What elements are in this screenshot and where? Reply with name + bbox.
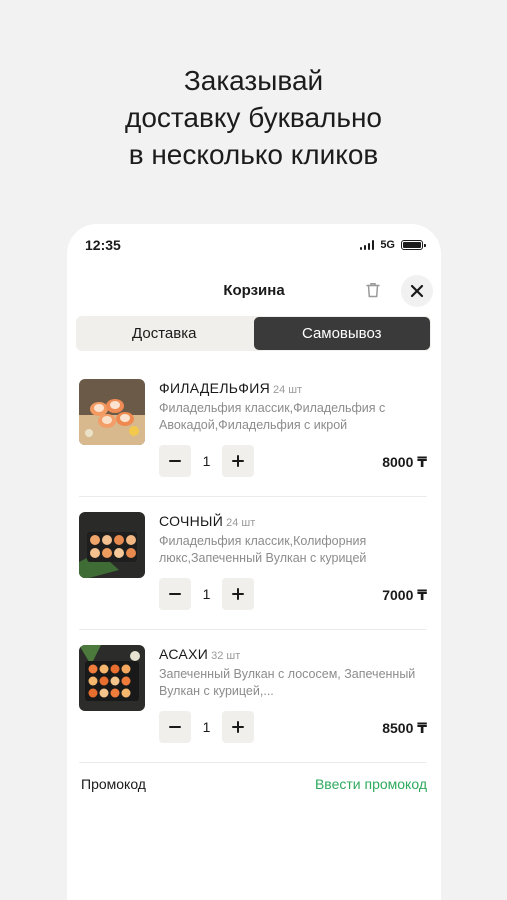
quantity-value: 1	[202, 719, 211, 735]
close-button[interactable]	[401, 275, 433, 307]
product-pieces: 24 шт	[226, 517, 256, 529]
product-description: Филадельфия классик,Колифорния люкс,Запе…	[159, 534, 367, 565]
signal-icon	[359, 240, 375, 250]
plus-icon	[232, 455, 244, 467]
delivery-mode-switch: Доставка Самовывоз	[76, 316, 431, 351]
decrease-button[interactable]	[159, 711, 191, 743]
headline-line-2: доставку буквально	[125, 102, 382, 133]
status-time: 12:35	[85, 237, 121, 253]
product-price: 8500 ₸	[382, 720, 427, 736]
product-description: Филадельфия классик,Филадельфия с Авокад…	[159, 401, 386, 432]
product-image[interactable]	[79, 512, 145, 578]
product-price: 8000 ₸	[382, 454, 427, 470]
product-pieces: 24 шт	[273, 384, 303, 396]
cart-item: СОЧНЫЙ 24 шт Филадельфия классик,Колифорн…	[79, 497, 427, 630]
product-image[interactable]	[79, 645, 145, 711]
network-label: 5G	[380, 239, 395, 251]
close-icon	[410, 284, 424, 298]
product-pieces: 32 шт	[211, 650, 241, 662]
status-bar: 12:35 5G	[85, 234, 426, 256]
quantity-stepper: 1	[159, 445, 254, 477]
trash-icon[interactable]	[363, 280, 383, 300]
tab-delivery[interactable]: Доставка	[76, 316, 253, 351]
quantity-stepper: 1	[159, 711, 254, 743]
plus-icon	[232, 588, 244, 600]
product-image[interactable]	[79, 379, 145, 445]
product-name: АСАХИ 32 шт	[159, 646, 241, 662]
cart-items: ФИЛАДЕЛЬФИЯ 24 шт Филадельфия классик,Фил…	[67, 364, 441, 763]
minus-icon	[169, 460, 181, 462]
increase-button[interactable]	[222, 711, 254, 743]
battery-icon	[401, 240, 426, 250]
phone-frame: 12:35 5G Корзина Доставка Самовывоз ФИЛА…	[67, 224, 441, 900]
enter-promo-code-link[interactable]: Ввести промокод	[315, 776, 427, 792]
tab-pickup[interactable]: Самовывоз	[253, 317, 430, 350]
page-title: Корзина	[223, 282, 285, 299]
decrease-button[interactable]	[159, 445, 191, 477]
product-name: СОЧНЫЙ 24 шт	[159, 513, 256, 529]
cart-header: Корзина	[67, 272, 441, 308]
quantity-value: 1	[202, 586, 211, 602]
headline-line-3: в несколько кликов	[128, 139, 379, 170]
decrease-button[interactable]	[159, 578, 191, 610]
quantity-stepper: 1	[159, 578, 254, 610]
promo-code-row: Промокод Ввести промокод	[81, 776, 427, 792]
promo-headline: Заказывай доставку буквально в несколько…	[0, 62, 507, 173]
minus-icon	[169, 593, 181, 595]
status-indicators: 5G	[359, 239, 426, 251]
promo-code-label: Промокод	[81, 776, 146, 792]
product-price: 7000 ₸	[382, 587, 427, 603]
plus-icon	[232, 721, 244, 733]
cart-item: ФИЛАДЕЛЬФИЯ 24 шт Филадельфия классик,Фил…	[79, 364, 427, 497]
product-name: ФИЛАДЕЛЬФИЯ 24 шт	[159, 380, 303, 396]
product-description: Запеченный Вулкан с лососем, Запеченный …	[159, 667, 416, 698]
increase-button[interactable]	[222, 445, 254, 477]
increase-button[interactable]	[222, 578, 254, 610]
minus-icon	[169, 726, 181, 728]
quantity-value: 1	[202, 453, 211, 469]
cart-item: АСАХИ 32 шт Запеченный Вулкан с лососем, …	[79, 630, 427, 763]
headline-line-1: Заказывай	[183, 65, 324, 96]
